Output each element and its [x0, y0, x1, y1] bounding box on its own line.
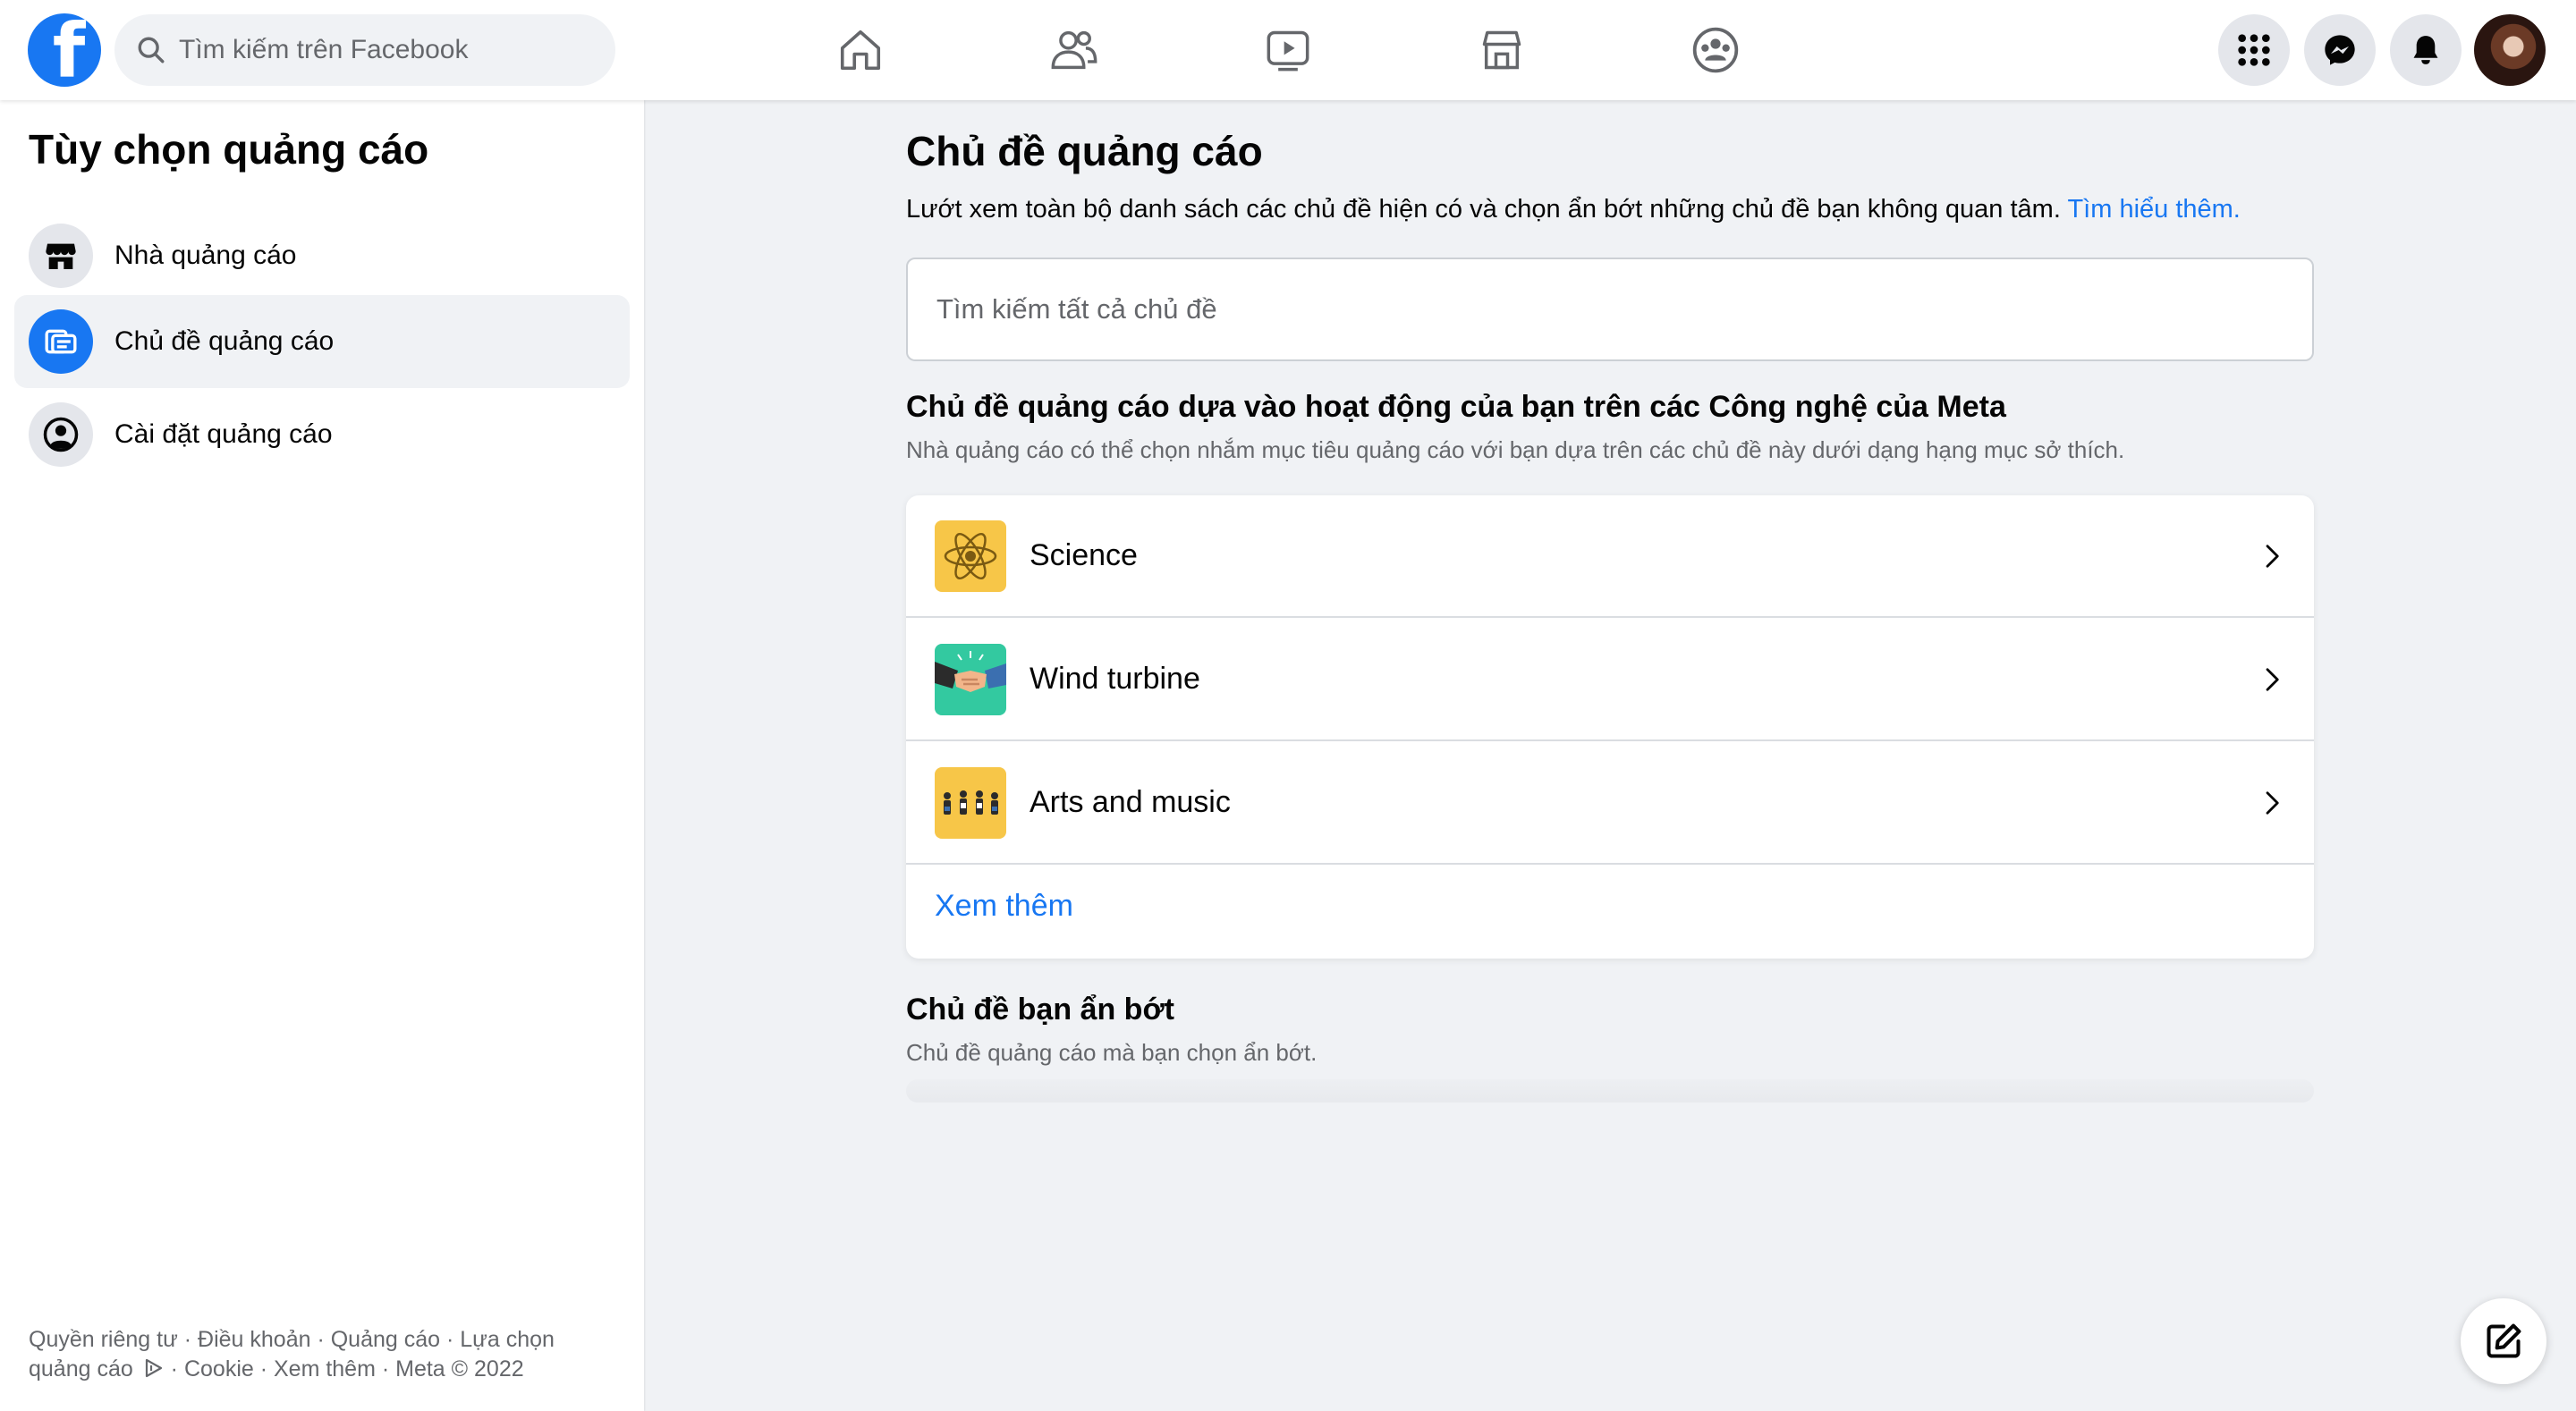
footer-adchoices[interactable]: quảng cáo [29, 1356, 133, 1381]
nav-home[interactable] [829, 20, 892, 80]
footer-line-2: quảng cáo · Cookie · Xem thêm · Meta © 2… [29, 1355, 619, 1384]
topic-name: Wind turbine [1030, 662, 1200, 696]
activity-section-title: Chủ đề quảng cáo dựa vào hoạt động của b… [906, 390, 2006, 424]
store-icon [46, 243, 76, 269]
person-settings-icon-wrap [29, 402, 93, 467]
topic-name: Arts and music [1030, 785, 1231, 819]
messenger-button[interactable] [2304, 14, 2376, 86]
menu-button[interactable] [2218, 14, 2290, 86]
people-group-icon [935, 766, 1006, 839]
topic-row-arts-music[interactable]: Arts and music [906, 742, 2314, 865]
topic-row-wind-turbine[interactable]: Wind turbine [906, 619, 2314, 741]
groups-icon [1692, 27, 1739, 73]
page-title: Chủ đề quảng cáo [906, 128, 1263, 174]
footer-links: Quyền riêng tư · Điều khoản · Quảng cáo … [29, 1325, 619, 1384]
sidebar-title: Tùy chọn quảng cáo [29, 126, 429, 173]
notifications-button[interactable] [2390, 14, 2462, 86]
adchoices-icon[interactable] [143, 1358, 165, 1378]
nav-watch[interactable] [1257, 20, 1319, 80]
learn-more-link[interactable]: Tìm hiểu thêm. [2067, 195, 2240, 224]
page-description: Lướt xem toàn bộ danh sách các chủ đề hi… [906, 195, 2241, 224]
notifications-icon [2413, 36, 2438, 64]
nav-groups[interactable] [1684, 20, 1747, 80]
search-icon [138, 37, 165, 63]
topic-name: Science [1030, 538, 1138, 572]
watch-icon [1267, 30, 1309, 72]
loading-placeholder [906, 1079, 2314, 1103]
chevron-right-icon [2266, 544, 2279, 568]
search-placeholder: Tìm kiếm trên Facebook [179, 35, 469, 64]
sidebar-item-ad-settings[interactable]: Cài đặt quảng cáo [14, 388, 630, 481]
hidden-section-title: Chủ đề bạn ẩn bớt [906, 993, 1174, 1027]
chevron-right-icon [2266, 790, 2279, 815]
new-message-button[interactable] [2461, 1298, 2546, 1384]
handshake-icon [935, 643, 1006, 715]
topic-search-input[interactable] [906, 258, 2314, 361]
compose-icon [2487, 1323, 2521, 1358]
messenger-icon [2325, 35, 2355, 65]
home-icon [840, 30, 881, 71]
sidebar-item-label: Nhà quảng cáo [114, 241, 297, 270]
profile-avatar[interactable] [2474, 14, 2546, 86]
topics-card: Science Wind turbine Arts and music Xem … [906, 495, 2314, 959]
see-more-link[interactable]: Xem thêm [935, 889, 1073, 924]
ad-topics-icon [45, 329, 77, 354]
sidebar-item-label: Chủ đề quảng cáo [114, 326, 335, 356]
store-icon-wrap [29, 224, 93, 288]
footer-rest[interactable]: · Cookie · Xem thêm · Meta © 2022 [165, 1356, 524, 1381]
chevron-right-icon [2266, 667, 2279, 691]
nav-friends[interactable] [1043, 20, 1106, 80]
facebook-logo[interactable]: f [28, 13, 101, 87]
footer-line-1[interactable]: Quyền riêng tư · Điều khoản · Quảng cáo … [29, 1325, 619, 1355]
description-text: Lướt xem toàn bộ danh sách các chủ đề hi… [906, 195, 2061, 224]
sidebar-item-ad-topics[interactable]: Chủ đề quảng cáo [14, 295, 630, 388]
sidebar-item-advertisers[interactable]: Nhà quảng cáo [14, 209, 630, 302]
nav-marketplace[interactable] [1470, 20, 1533, 80]
menu-grid-icon [2238, 34, 2270, 66]
activity-section-subtitle: Nhà quảng cáo có thể chọn nhắm mục tiêu … [906, 436, 2125, 463]
friends-icon [1051, 30, 1097, 70]
sidebar: Tùy chọn quảng cáo Nhà quảng cáo Chủ đề … [0, 100, 644, 1411]
top-navigation-bar: f Tìm kiếm trên Facebook [0, 0, 2576, 100]
sidebar-item-label: Cài đặt quảng cáo [114, 419, 333, 449]
person-settings-icon [43, 417, 79, 452]
ad-topics-icon-wrap [29, 309, 93, 374]
atom-icon [935, 520, 1006, 592]
topic-row-science[interactable]: Science [906, 495, 2314, 618]
marketplace-icon [1482, 30, 1521, 70]
hidden-section-subtitle: Chủ đề quảng cáo mà bạn chọn ẩn bớt. [906, 1039, 1318, 1066]
facebook-search[interactable]: Tìm kiếm trên Facebook [114, 14, 615, 86]
